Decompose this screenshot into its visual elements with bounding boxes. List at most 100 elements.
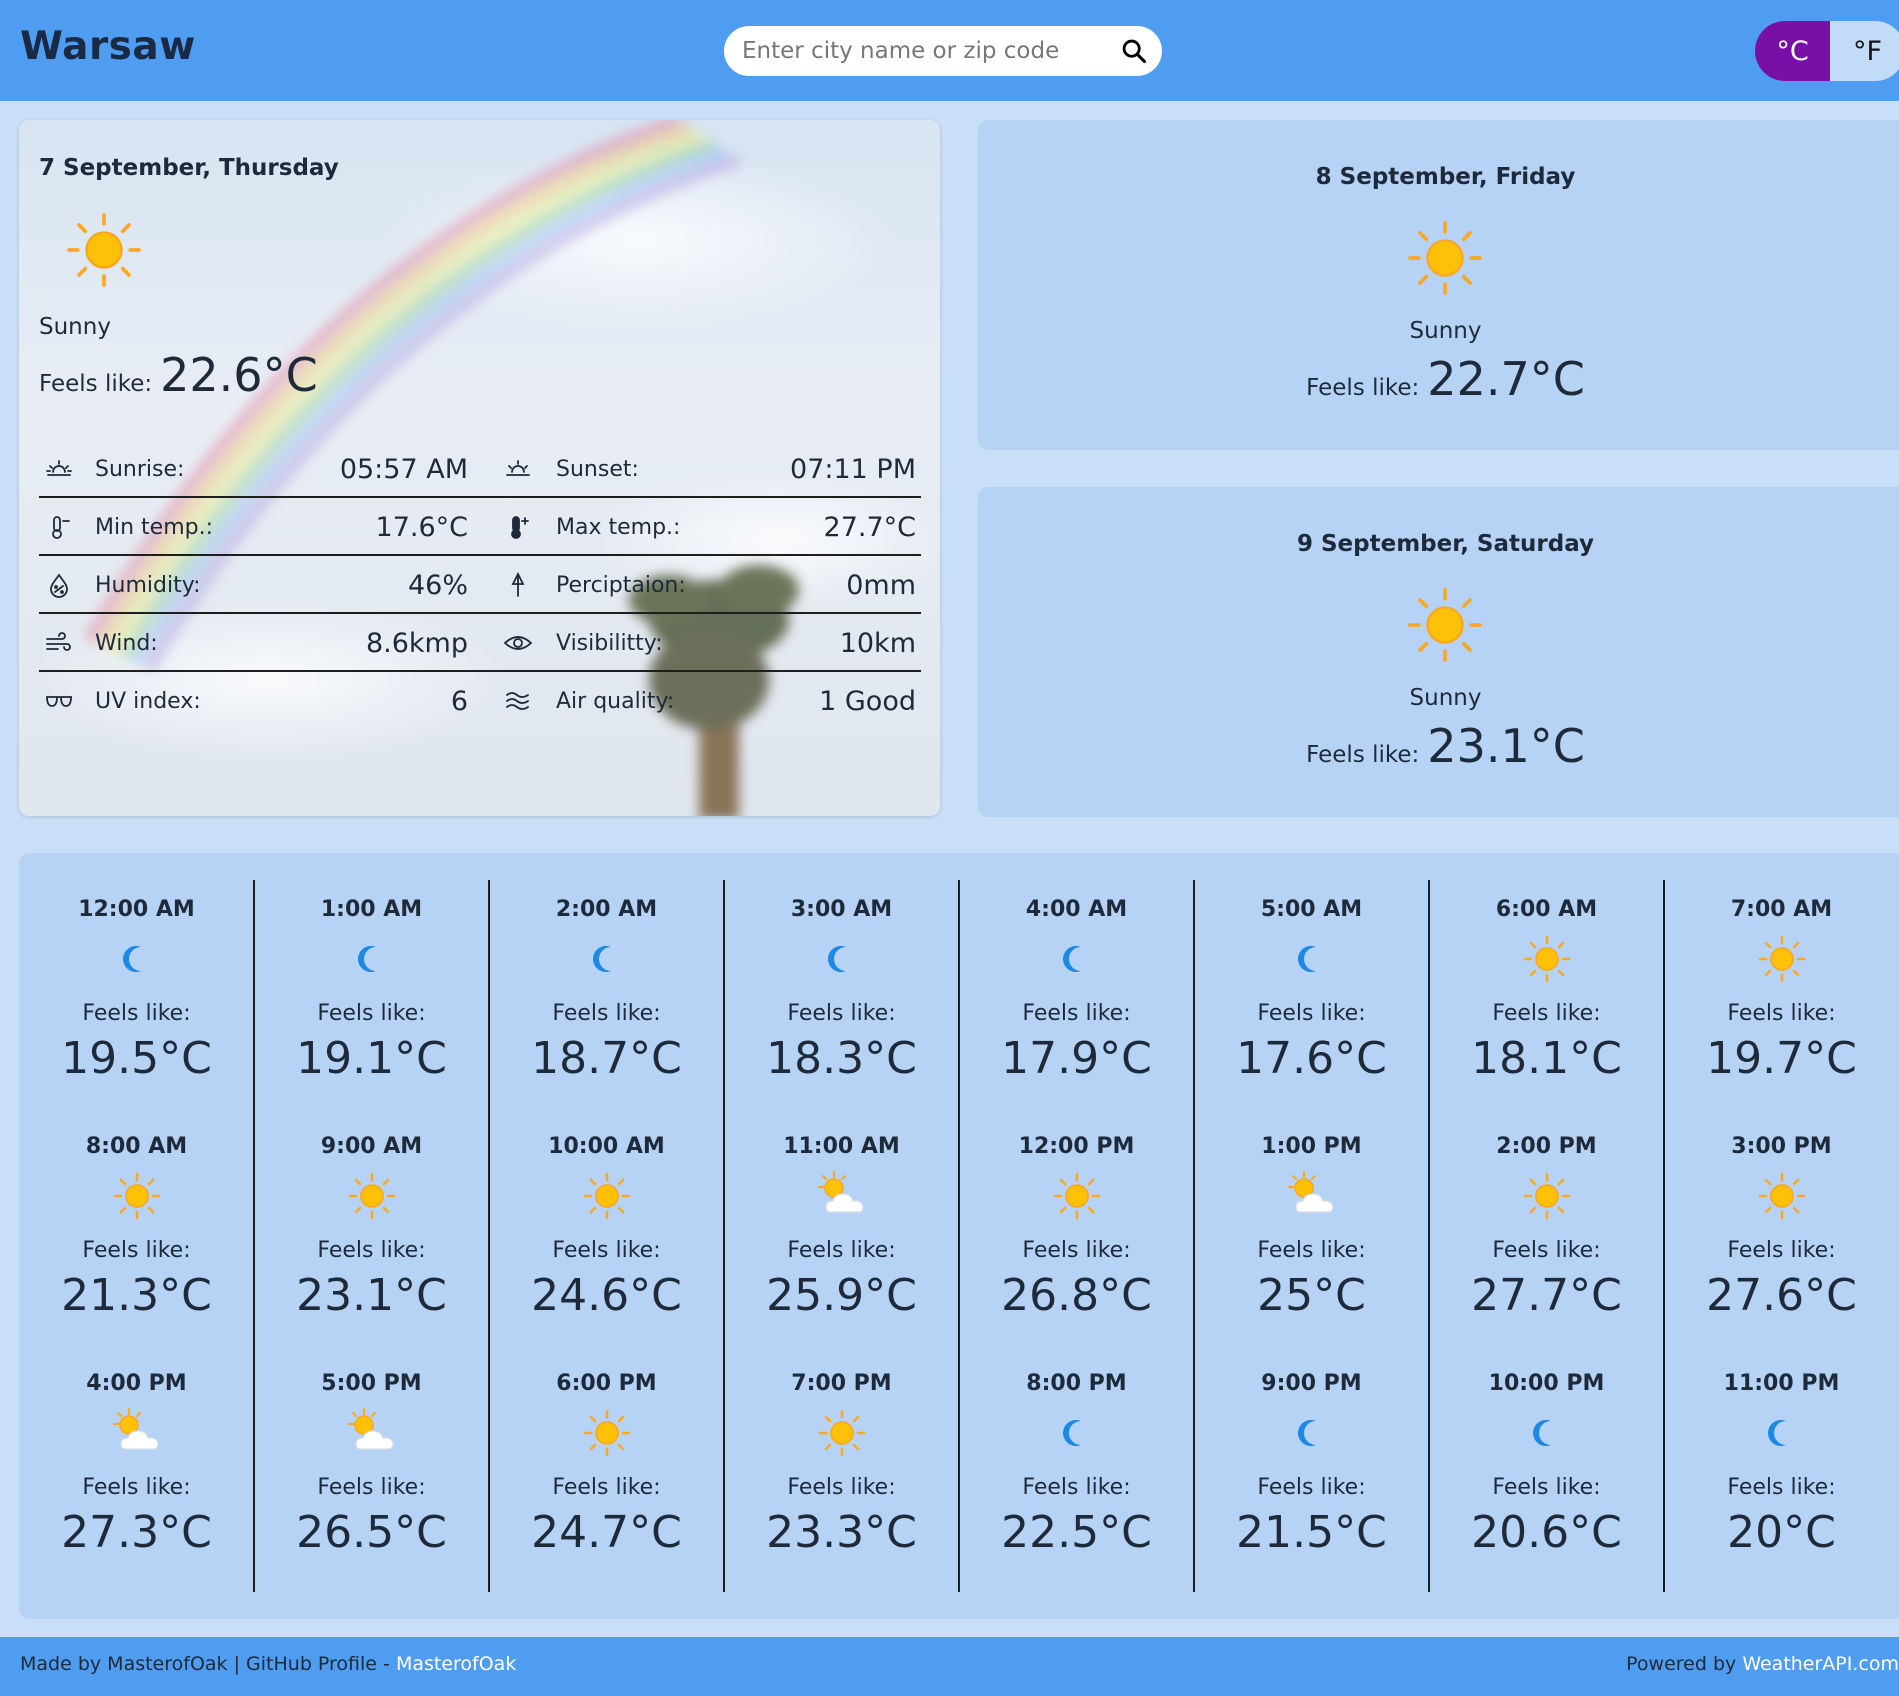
hourly-temp: 21.3°C — [61, 1270, 212, 1321]
feels-like-label: Feels like: — [317, 1001, 426, 1026]
sun-icon — [348, 1172, 396, 1220]
details-row: Humidity: 46% Perciptaion: 0mm — [39, 556, 921, 614]
sun-icon — [113, 1172, 161, 1220]
detail-value: 8.6kmp — [365, 627, 468, 659]
today-feels-like: Feels like: 22.6°C — [39, 348, 318, 402]
made-by-text: Made by MasterofOak | GitHub Profile - — [20, 1653, 396, 1675]
hourly-temp: 27.3°C — [61, 1507, 212, 1558]
hourly-item: 6:00 PM Feels like: 24.7°C — [489, 1371, 724, 1608]
hourly-time: 4:00 PM — [86, 1371, 187, 1396]
hourly-item: 12:00 AM Feels like: 19.5°C — [19, 897, 254, 1134]
hourly-item: 3:00 AM Feels like: 18.3°C — [724, 897, 959, 1134]
weatherapi-link[interactable]: WeatherAPI.com — [1742, 1653, 1899, 1675]
hourly-item: 4:00 PM Feels like: 27.3°C — [19, 1371, 254, 1608]
sun-icon — [1758, 935, 1806, 983]
moon-icon — [1063, 1420, 1081, 1446]
forecast-condition: Sunny — [1409, 318, 1482, 344]
detail-label: Min temp.: — [95, 514, 213, 540]
celsius-button[interactable]: °C — [1755, 21, 1830, 81]
column-divider — [253, 880, 255, 1592]
forecast-feels-like: Feels like: 23.1°C — [978, 719, 1899, 773]
hourly-time: 11:00 PM — [1723, 1371, 1840, 1396]
forecast-date: 9 September, Saturday — [1296, 531, 1595, 557]
detail-value: 46% — [407, 569, 468, 601]
hourly-temp: 26.5°C — [296, 1507, 447, 1558]
detail-value: 1 Good — [819, 685, 916, 717]
search-input[interactable] — [742, 26, 1112, 76]
air-quality-icon — [506, 692, 529, 710]
fahrenheit-button[interactable]: °F — [1830, 21, 1899, 81]
hourly-item: 5:00 PM Feels like: 26.5°C — [254, 1371, 489, 1608]
detail-label: Visibilitty: — [556, 630, 663, 656]
feels-like-label: Feels like: — [317, 1475, 426, 1500]
footer-credits: Made by MasterofOak | GitHub Profile - M… — [20, 1653, 516, 1675]
feels-like-label: Feels like: — [1306, 742, 1420, 768]
hourly-item: 3:00 PM Feels like: 27.6°C — [1664, 1134, 1899, 1371]
today-date: 7 September, Thursday — [39, 155, 339, 181]
hourly-time: 2:00 AM — [555, 897, 658, 922]
feels-like-label: Feels like: — [82, 1001, 191, 1026]
footer-powered: Powered by WeatherAPI.com — [1626, 1653, 1899, 1675]
hourly-temp: 25°C — [1257, 1270, 1366, 1321]
sun-icon — [1758, 1172, 1806, 1220]
feels-like-label: Feels like: — [1257, 1238, 1366, 1263]
hourly-item: 5:00 AM Feels like: 17.6°C — [1194, 897, 1429, 1134]
search-icon[interactable] — [1120, 37, 1148, 65]
hourly-item: 11:00 PM Feels like: 20°C — [1664, 1371, 1899, 1608]
detail-value: 10km — [839, 627, 916, 659]
hourly-temp: 27.6°C — [1706, 1270, 1857, 1321]
feels-like-label: Feels like: — [552, 1475, 661, 1500]
moon-icon — [123, 946, 141, 972]
hourly-item: 2:00 AM Feels like: 18.7°C — [489, 897, 724, 1134]
hourly-item: 7:00 PM Feels like: 23.3°C — [724, 1371, 959, 1608]
github-link[interactable]: MasterofOak — [396, 1653, 516, 1675]
details-table: Sunrise: 05:57 AM Sunset: 07:11 PM Min t… — [39, 440, 921, 730]
feels-like-label: Feels like: — [1257, 1475, 1366, 1500]
search-box[interactable] — [724, 26, 1162, 76]
hourly-temp: 25.9°C — [766, 1270, 917, 1321]
details-row: Sunrise: 05:57 AM Sunset: 07:11 PM — [39, 440, 921, 498]
eye-icon — [503, 636, 533, 650]
feels-like-label: Feels like: — [39, 371, 153, 397]
hourly-temp: 23.1°C — [296, 1270, 447, 1321]
forecast-feels-like: Feels like: 22.7°C — [978, 352, 1899, 406]
detail-value: 27.7°C — [823, 511, 916, 543]
hourly-temp: 17.6°C — [1236, 1033, 1387, 1084]
sun-icon — [67, 213, 141, 287]
hourly-time: 12:00 AM — [78, 897, 195, 922]
unit-toggle[interactable]: °C °F — [1755, 21, 1899, 81]
details-row: UV index: 6 Air quality: 1 Good — [39, 672, 921, 730]
hourly-time: 3:00 PM — [1731, 1134, 1832, 1159]
hourly-item: 9:00 AM Feels like: 23.1°C — [254, 1134, 489, 1371]
hourly-temp: 24.7°C — [531, 1507, 682, 1558]
moon-icon — [1298, 1420, 1316, 1446]
hourly-temp: 21.5°C — [1236, 1507, 1387, 1558]
hourly-item: 9:00 PM Feels like: 21.5°C — [1194, 1371, 1429, 1608]
detail-value: 17.6°C — [375, 511, 468, 543]
forecast-card: 8 September, Friday Sunny Feels like: 22… — [978, 120, 1899, 450]
column-divider — [488, 880, 490, 1592]
partly-cloudy-icon — [347, 1407, 394, 1450]
feels-like-label: Feels like: — [1022, 1475, 1131, 1500]
feels-like-label: Feels like: — [787, 1475, 896, 1500]
sun-icon — [1523, 1172, 1571, 1220]
hourly-time: 5:00 PM — [321, 1371, 422, 1396]
feels-like-label: Feels like: — [1727, 1238, 1836, 1263]
hourly-time: 6:00 PM — [556, 1371, 657, 1396]
detail-label: Max temp.: — [556, 514, 681, 540]
partly-cloudy-icon — [817, 1170, 864, 1213]
feels-like-label: Feels like: — [1022, 1238, 1131, 1263]
sunglasses-icon — [46, 696, 72, 707]
detail-value: 07:11 PM — [790, 453, 916, 485]
hourly-temp: 24.6°C — [531, 1270, 682, 1321]
hourly-forecast: 12:00 AM Feels like: 19.5°C 1:00 AM Feels li… — [19, 853, 1899, 1619]
column-divider — [1428, 880, 1430, 1592]
detail-label: Wind: — [95, 630, 158, 656]
hourly-item: 7:00 AM Feels like: 19.7°C — [1664, 897, 1899, 1134]
partly-cloudy-icon — [112, 1407, 159, 1450]
sun-icon — [818, 1409, 866, 1457]
sunrise-icon — [46, 460, 72, 476]
feels-like-label: Feels like: — [82, 1475, 191, 1500]
footer: Made by MasterofOak | GitHub Profile - M… — [0, 1637, 1899, 1696]
moon-icon — [1298, 946, 1316, 972]
